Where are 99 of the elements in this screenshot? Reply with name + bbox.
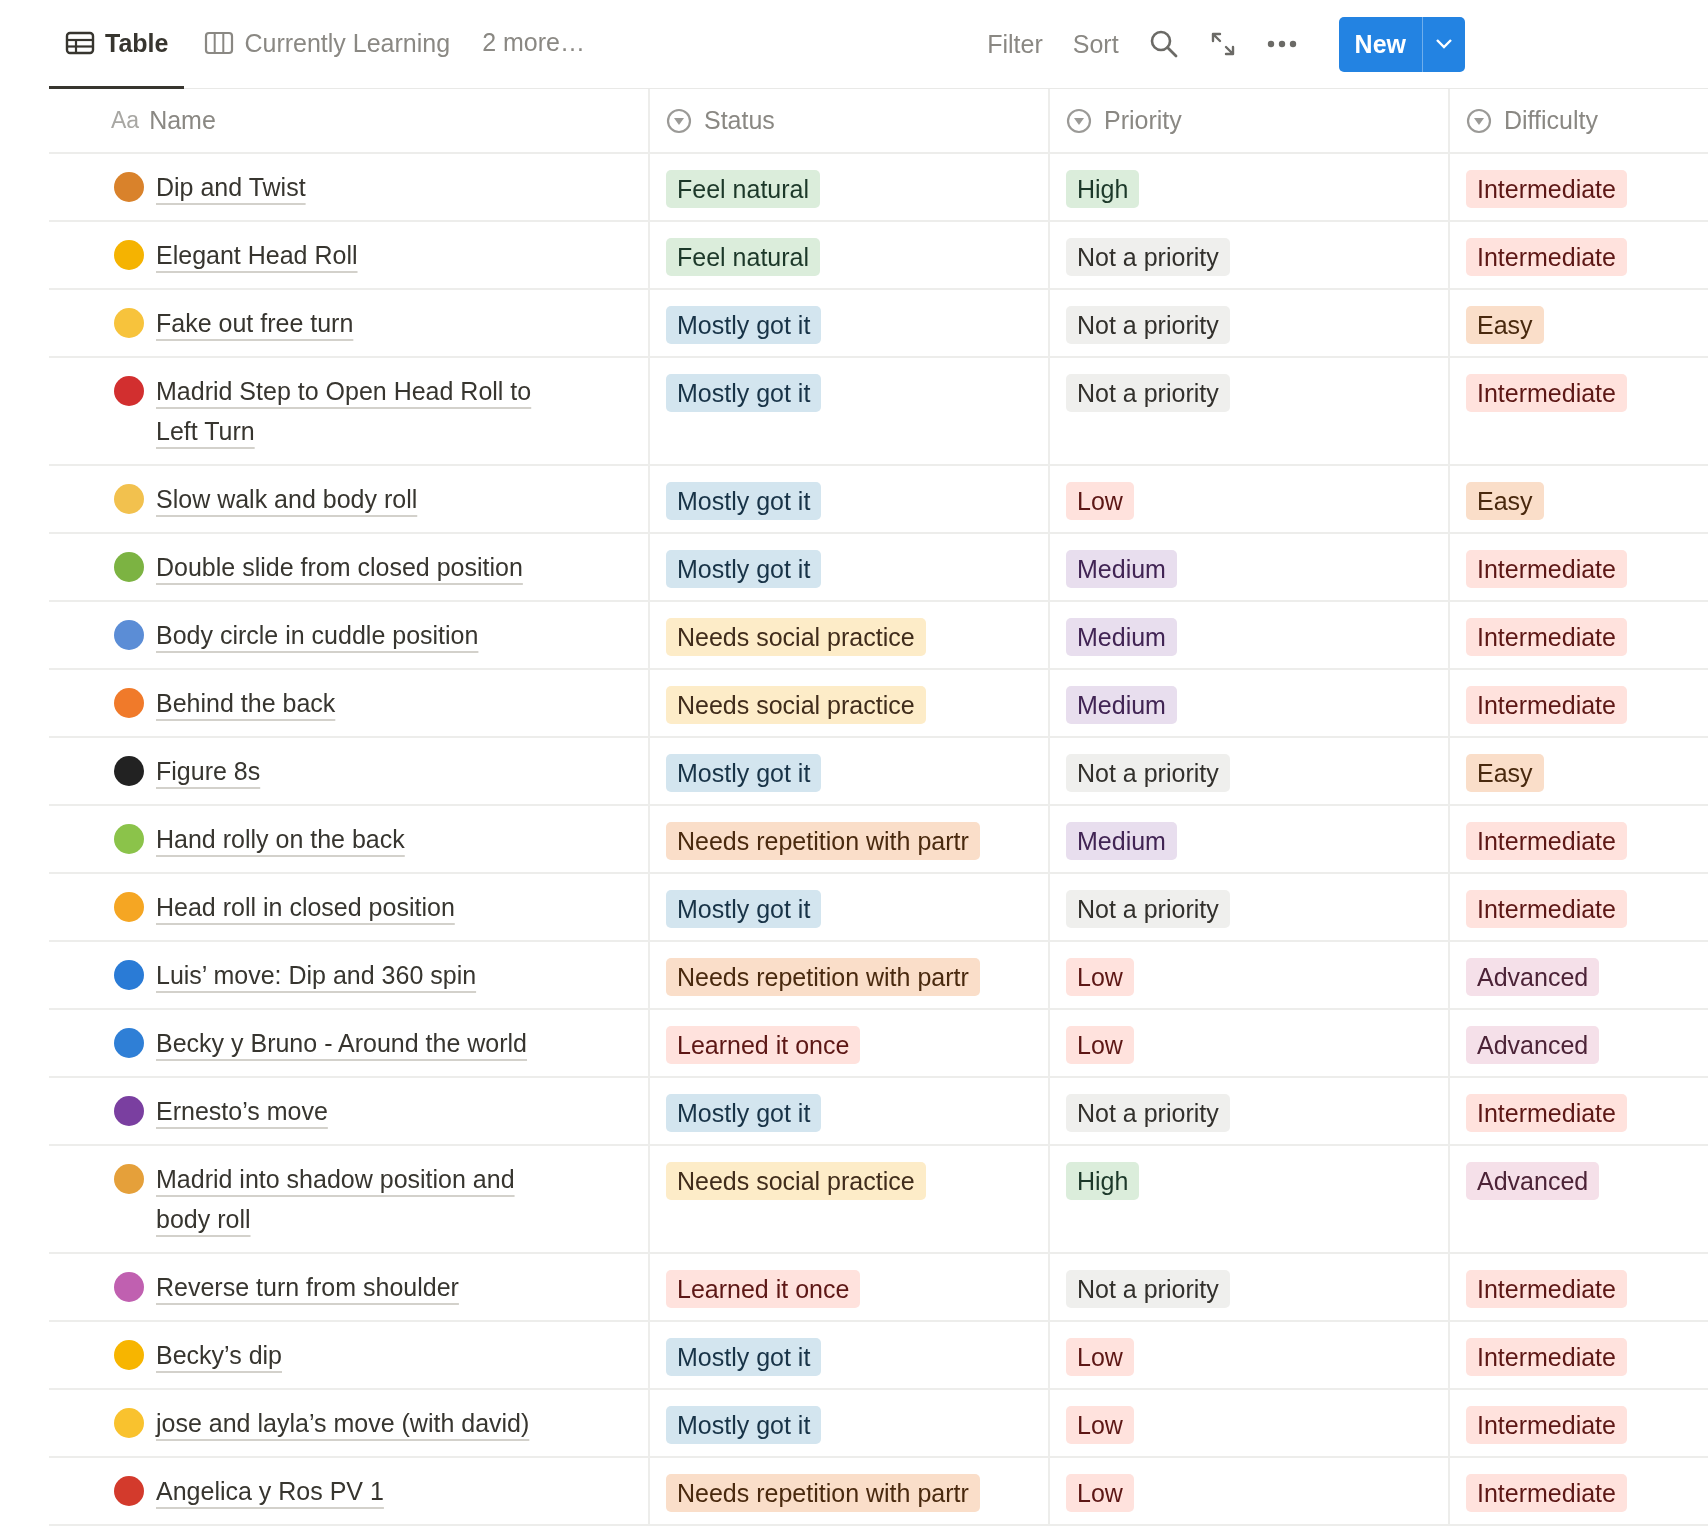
row-title-link[interactable]: Reverse turn from shoulder	[156, 1267, 459, 1307]
more-icon	[1266, 40, 1297, 48]
priority-tag: Low	[1066, 482, 1134, 520]
difficulty-tag: Intermediate	[1466, 1270, 1627, 1308]
status-tag: Needs social practice	[666, 686, 926, 724]
difficulty-tag: Intermediate	[1466, 238, 1627, 276]
difficulty-tag: Advanced	[1466, 1026, 1600, 1064]
priority-tag: Not a priority	[1066, 890, 1230, 928]
priority-tag: Medium	[1066, 550, 1177, 588]
sort-button[interactable]: Sort	[1060, 25, 1131, 63]
priority-tag: Low	[1066, 1026, 1134, 1064]
status-tag: Needs social practice	[666, 1162, 926, 1200]
view-tab[interactable]: Table	[49, 0, 185, 89]
column-header[interactable]: Difficulty	[1448, 89, 1708, 152]
difficulty-tag: Advanced	[1466, 1162, 1600, 1200]
priority-tag: Low	[1066, 958, 1134, 996]
column-header[interactable]: Priority	[1048, 89, 1448, 152]
row-title-link[interactable]: Dip and Twist	[156, 167, 306, 207]
column-header[interactable]: Aa Name	[49, 89, 648, 152]
priority-tag: Medium	[1066, 686, 1177, 724]
columns-icon	[204, 31, 235, 55]
status-tag: Learned it once	[666, 1270, 861, 1308]
chevron-down-icon	[1435, 38, 1453, 50]
difficulty-tag: Easy	[1466, 306, 1544, 344]
difficulty-tag: Intermediate	[1466, 686, 1627, 724]
status-tag: Needs repetition with partr	[666, 1474, 980, 1512]
status-tag: Feel natural	[666, 238, 821, 276]
select-property-icon	[1466, 107, 1492, 134]
column-header[interactable]: Status	[648, 89, 1048, 152]
difficulty-tag: Intermediate	[1466, 1338, 1627, 1376]
text-property-icon: Aa	[111, 107, 140, 134]
row-title-link[interactable]: Elegant Head Roll	[156, 235, 358, 275]
priority-tag: High	[1066, 170, 1140, 208]
row-title-link[interactable]: Behind the back	[156, 683, 336, 723]
status-tag: Needs social practice	[666, 618, 926, 656]
row-title-link[interactable]: Head roll in closed position	[156, 887, 455, 927]
select-property-icon	[666, 107, 692, 134]
priority-tag: Low	[1066, 1474, 1134, 1512]
column-label: Priority	[1104, 106, 1182, 135]
status-tag: Feel natural	[666, 170, 821, 208]
difficulty-tag: Advanced	[1466, 958, 1600, 996]
priority-tag: Medium	[1066, 822, 1177, 860]
priority-tag: Medium	[1066, 618, 1177, 656]
row-title-link[interactable]: Becky y Bruno - Around the world	[156, 1023, 528, 1063]
difficulty-tag: Intermediate	[1466, 1474, 1627, 1512]
search-icon	[1148, 29, 1179, 59]
status-tag: Mostly got it	[666, 1338, 822, 1376]
difficulty-tag: Easy	[1466, 482, 1544, 520]
row-title-link[interactable]: Figure 8s	[156, 751, 261, 791]
new-button[interactable]: New	[1338, 16, 1422, 72]
row-title-link[interactable]: Slow walk and body roll	[156, 479, 418, 519]
status-tag: Mostly got it	[666, 1406, 822, 1444]
row-title-link[interactable]: Becky’s dip	[156, 1335, 282, 1375]
priority-tag: Not a priority	[1066, 1270, 1230, 1308]
row-title-link[interactable]: Madrid Step to Open Head Roll to Left Turn	[156, 371, 534, 451]
row-title-link[interactable]: Double slide from closed position	[156, 547, 523, 587]
row-title-link[interactable]: Body circle in cuddle position	[156, 615, 479, 655]
status-tag: Mostly got it	[666, 890, 822, 928]
filter-button[interactable]: Filter	[975, 25, 1055, 63]
priority-tag: High	[1066, 1162, 1140, 1200]
priority-tag: Low	[1066, 1406, 1134, 1444]
status-tag: Mostly got it	[666, 550, 822, 588]
row-title-link[interactable]: jose and layla’s move (with david)	[156, 1403, 530, 1443]
status-tag: Learned it once	[666, 1026, 861, 1064]
row-title-link[interactable]: Hand rolly on the back	[156, 819, 405, 859]
table-icon	[65, 31, 95, 55]
column-label: Difficulty	[1504, 106, 1598, 135]
priority-tag: Not a priority	[1066, 306, 1230, 344]
priority-tag: Not a priority	[1066, 754, 1230, 792]
row-title-link[interactable]: Angelica y Ros PV 1	[156, 1471, 384, 1511]
select-property-icon	[1066, 107, 1092, 134]
status-tag: Mostly got it	[666, 306, 822, 344]
status-tag: Mostly got it	[666, 482, 822, 520]
row-title-link[interactable]: Ernesto’s move	[156, 1091, 328, 1131]
status-tag: Mostly got it	[666, 754, 822, 792]
row-title-link[interactable]: Fake out free turn	[156, 303, 354, 343]
view-tab[interactable]: Currently Learning	[188, 0, 467, 89]
difficulty-tag: Intermediate	[1466, 890, 1627, 928]
row-title-link[interactable]: Luis’ move: Dip and 360 spin	[156, 955, 477, 995]
difficulty-tag: Intermediate	[1466, 1406, 1627, 1444]
more-views-link[interactable]: 2 more…	[470, 28, 597, 57]
status-tag: Mostly got it	[666, 1094, 822, 1132]
difficulty-tag: Intermediate	[1466, 170, 1627, 208]
priority-tag: Not a priority	[1066, 238, 1230, 276]
priority-tag: Low	[1066, 1338, 1134, 1376]
difficulty-tag: Intermediate	[1466, 822, 1627, 860]
status-tag: Needs repetition with partr	[666, 958, 980, 996]
status-tag: Needs repetition with partr	[666, 822, 980, 860]
difficulty-tag: Intermediate	[1466, 550, 1627, 588]
difficulty-tag: Intermediate	[1466, 374, 1627, 412]
difficulty-tag: Intermediate	[1466, 1094, 1627, 1132]
difficulty-tag: Intermediate	[1466, 618, 1627, 656]
column-label: Name	[149, 106, 216, 135]
column-label: Status	[704, 106, 775, 135]
priority-tag: Not a priority	[1066, 374, 1230, 412]
row-title-link[interactable]: Madrid into shadow position and body roll	[156, 1159, 534, 1239]
difficulty-tag: Easy	[1466, 754, 1544, 792]
priority-tag: Not a priority	[1066, 1094, 1230, 1132]
status-tag: Mostly got it	[666, 374, 822, 412]
